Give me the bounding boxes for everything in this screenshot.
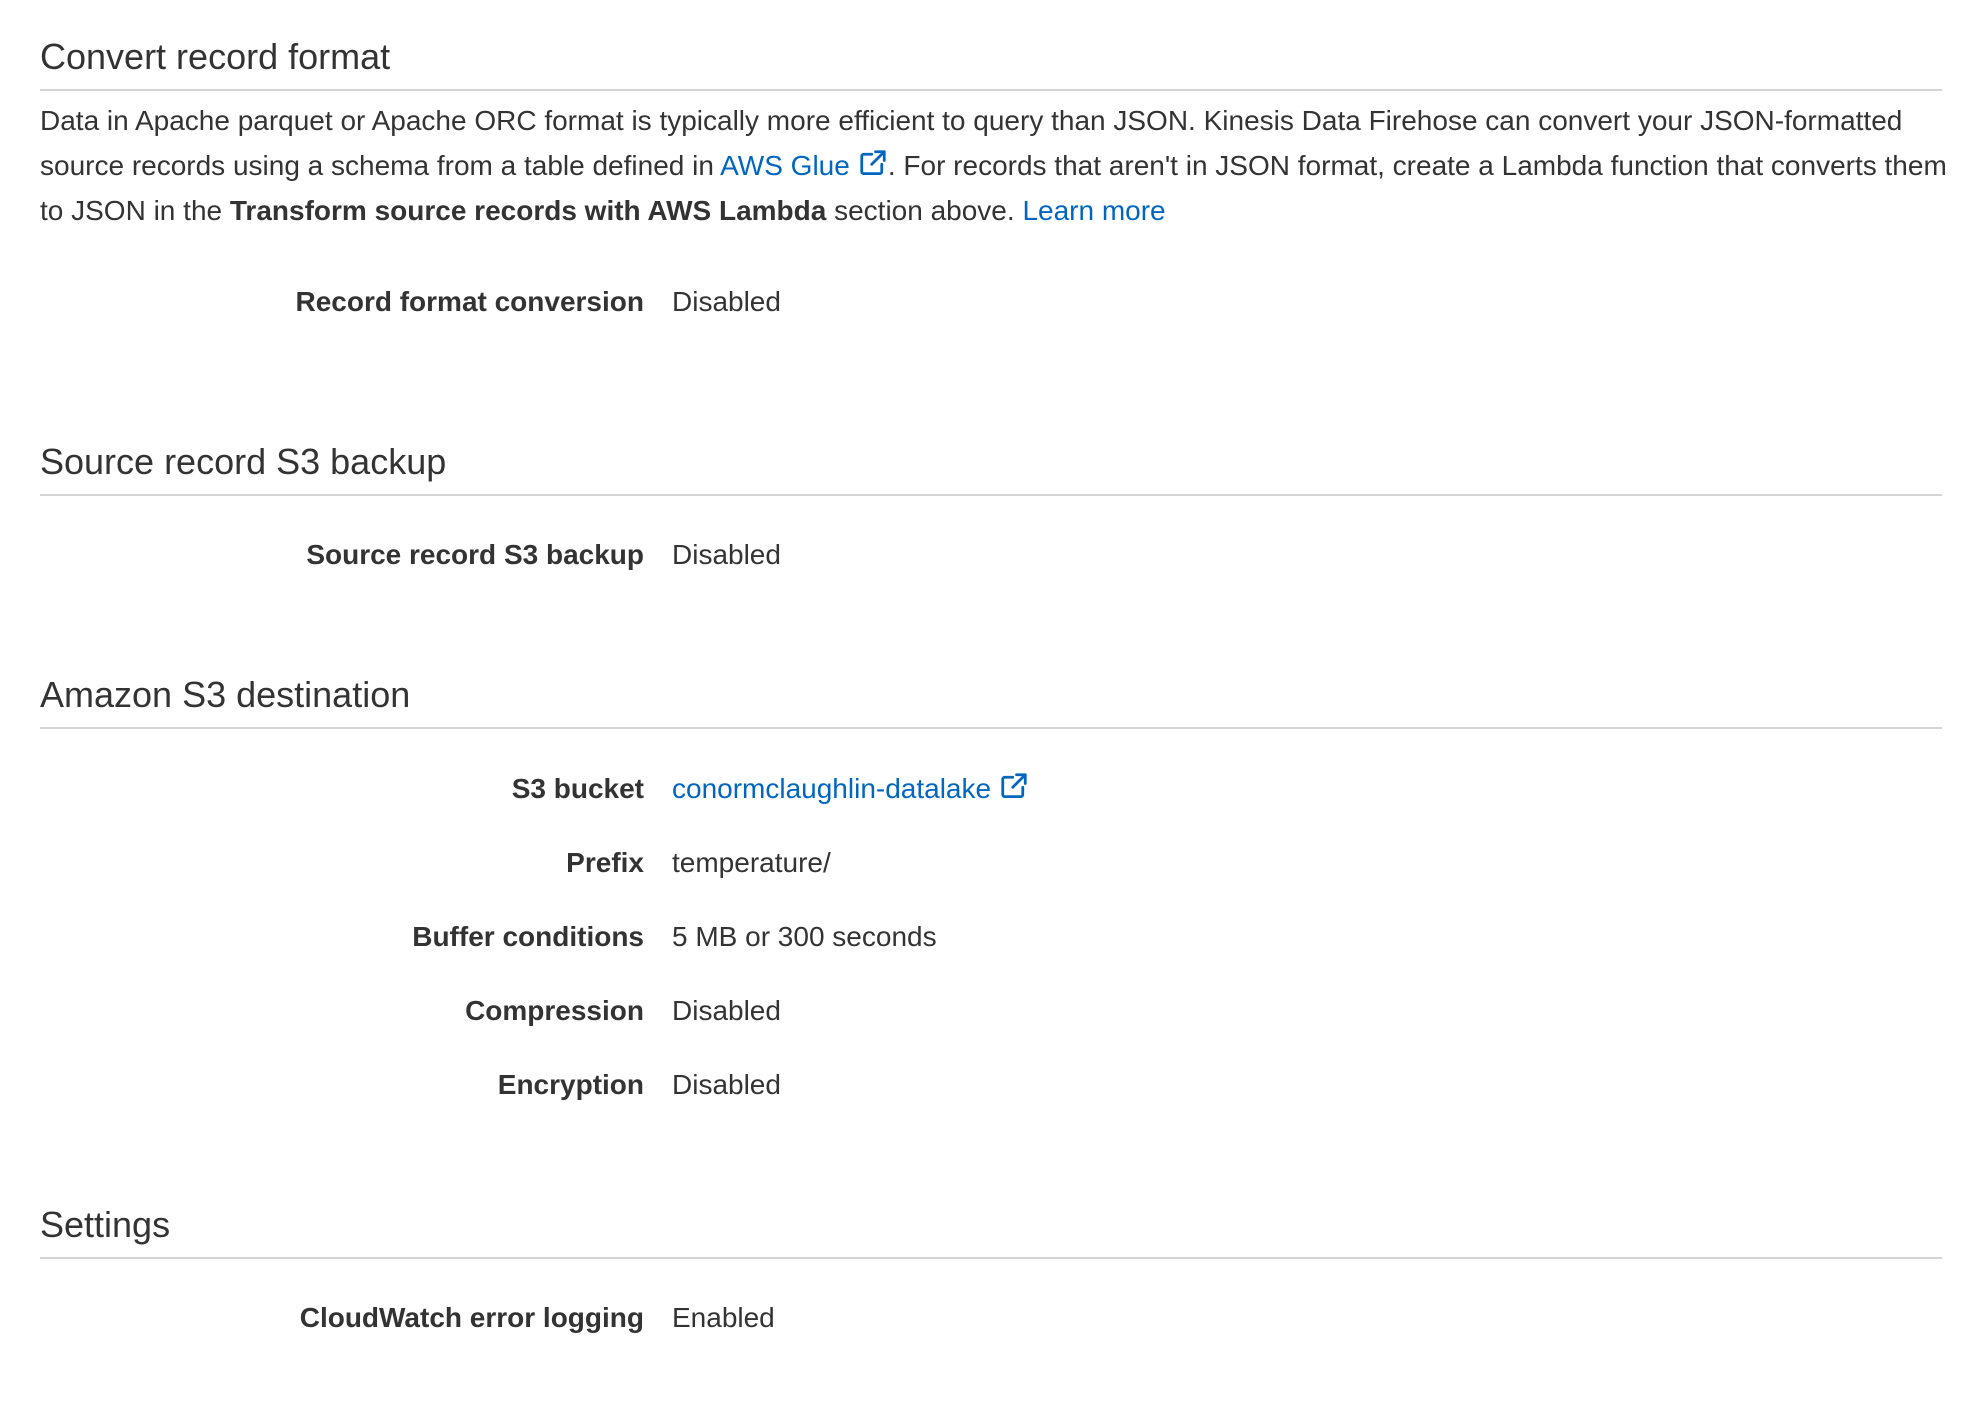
field-row-prefix: Prefix temperature/ [0,841,1964,885]
field-value: Enabled [672,1302,775,1333]
field-row-s3-bucket: S3 bucket conormclaughlin-datalake [0,767,1964,811]
section-divider [40,727,1942,729]
section-title-settings: Settings [40,1204,171,1245]
section-title-s3-destination: Amazon S3 destination [40,674,411,715]
field-label: CloudWatch error logging [299,1302,644,1333]
field-label: S3 bucket [511,773,644,804]
description-text-part3: section above. [826,195,1023,226]
field-value: Disabled [672,1069,781,1100]
field-row-source-record-backup: Source record S3 backup Disabled [0,533,1964,577]
field-value: Disabled [672,286,781,317]
aws-glue-link-label: AWS Glue [720,150,850,181]
aws-glue-link[interactable]: AWS Glue [720,150,888,181]
field-label: Prefix [566,847,644,878]
field-label: Source record S3 backup [306,539,644,570]
field-value: 5 MB or 300 seconds [672,921,937,952]
field-row-record-format-conversion: Record format conversion Disabled [0,280,1964,324]
field-label: Buffer conditions [412,921,644,952]
section-title-convert-record-format: Convert record format [40,36,391,77]
description-bold-text: Transform source records with AWS Lambda [229,195,827,226]
section-divider [40,494,1942,496]
field-value: temperature/ [672,847,831,878]
field-row-buffer-conditions: Buffer conditions 5 MB or 300 seconds [0,915,1964,959]
learn-more-link[interactable]: Learn more [1022,195,1165,226]
field-row-encryption: Encryption Disabled [0,1063,1964,1107]
field-label: Record format conversion [295,286,644,317]
field-label: Encryption [497,1069,644,1100]
field-value: Disabled [672,995,781,1026]
external-link-icon [858,148,888,178]
convert-record-format-description: Data in Apache parquet or Apache ORC for… [40,98,1950,233]
field-label: Compression [465,995,644,1026]
section-divider [40,1257,1942,1259]
field-value: conormclaughlin-datalake [672,767,1029,811]
section-divider [40,89,1942,91]
s3-bucket-link[interactable]: conormclaughlin-datalake [672,773,1029,804]
external-link-icon [999,771,1029,801]
field-row-compression: Compression Disabled [0,989,1964,1033]
section-title-source-record-backup: Source record S3 backup [40,441,447,482]
field-row-cloudwatch-error-logging: CloudWatch error logging Enabled [0,1296,1964,1340]
s3-bucket-link-label: conormclaughlin-datalake [672,773,992,804]
field-value: Disabled [672,539,781,570]
